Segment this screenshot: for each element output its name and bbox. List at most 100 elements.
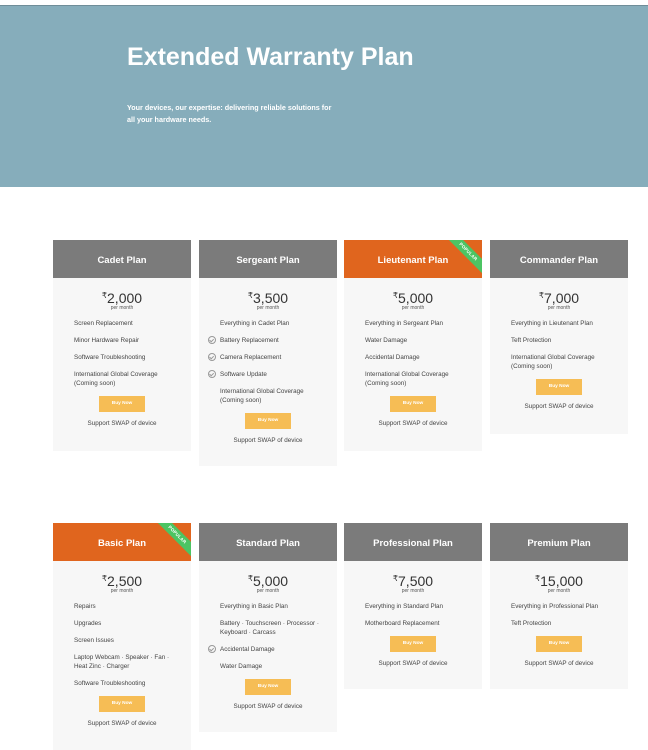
feature-list: Everything in Cadet Plan Battery Replace…: [199, 319, 337, 405]
feature-list: Everything in Professional Plan Teft Pro…: [490, 602, 628, 628]
support-swap-text: Support SWAP of device: [87, 720, 157, 727]
feature-item: Teft Protection: [511, 337, 552, 344]
buy-now-button[interactable]: Buy Now: [99, 696, 145, 712]
feature-list: Everything in Standard Plan Motherboard …: [344, 602, 482, 628]
price-period: per month: [256, 588, 280, 594]
plan-card-commander: Commander Plan ₹7,000 per month Everythi…: [490, 240, 628, 434]
feature-item: Motherboard Replacement: [365, 620, 440, 627]
plan-price: ₹2,500 per month: [53, 572, 191, 594]
plan-card-sergeant: Sergeant Plan ₹3,500 per month Everythin…: [199, 240, 337, 466]
plan-price: ₹2,000 per month: [53, 289, 191, 311]
price-value: 2,000: [107, 290, 143, 306]
plan-price: ₹15,000 per month: [490, 572, 628, 594]
price-period: per month: [547, 305, 571, 311]
plan-price: ₹5,000 per month: [344, 289, 482, 311]
plan-name: Premium Plan: [490, 523, 628, 561]
feature-item: Everything in Professional Plan: [511, 603, 599, 610]
feature-item: Battery · Touchscreen · Processor · Keyb…: [220, 620, 319, 636]
price-period: per month: [110, 305, 134, 311]
plan-name: Basic Plan: [97, 538, 147, 549]
feature-item: Repairs: [74, 603, 96, 610]
plan-card-standard: Standard Plan ₹5,000 per month Everythin…: [199, 523, 337, 732]
price-period: per month: [547, 588, 571, 594]
support-swap-text: Support SWAP of device: [524, 403, 594, 410]
plan-name: Standard Plan: [199, 523, 337, 561]
feature-item: Screen Issues: [74, 637, 114, 644]
hero-subtitle: Your devices, our expertise: delivering …: [127, 103, 332, 124]
buy-now-button[interactable]: Buy Now: [390, 396, 436, 412]
buy-now-button[interactable]: Buy Now: [245, 679, 291, 695]
feature-item: Teft Protection: [511, 620, 552, 627]
buy-now-button[interactable]: Buy Now: [390, 636, 436, 652]
price-value: 5,000: [253, 573, 289, 589]
feature-item: Everything in Sergeant Plan: [365, 320, 444, 327]
support-swap-text: Support SWAP of device: [378, 420, 448, 427]
feature-item: Water Damage: [365, 337, 408, 344]
hero-banner: Extended Warranty Plan Your devices, our…: [0, 6, 648, 187]
plan-card-cadet: Cadet Plan ₹2,000 per month Screen Repla…: [53, 240, 191, 451]
plan-card-lieutenant: Lieutenant Plan POPULAR ₹5,000 per month…: [344, 240, 482, 451]
feature-item: Minor Hardware Repair: [74, 337, 140, 344]
feature-item: Screen Replacement: [74, 320, 133, 327]
price-period: per month: [256, 305, 280, 311]
price-value: 15,000: [540, 573, 583, 589]
feature-item: Everything in Cadet Plan: [220, 320, 290, 327]
buy-now-button[interactable]: Buy Now: [536, 379, 582, 395]
popular-badge: POPULAR: [152, 523, 191, 560]
price-period: per month: [401, 305, 425, 311]
plan-price: ₹7,500 per month: [344, 572, 482, 594]
buy-now-button[interactable]: Buy Now: [536, 636, 582, 652]
feature-item-check: Accidental Damage: [208, 645, 329, 654]
price-value: 7,000: [544, 290, 580, 306]
plan-name: Professional Plan: [344, 523, 482, 561]
plan-name: Sergeant Plan: [199, 240, 337, 278]
feature-item: Accidental Damage: [365, 354, 420, 361]
feature-list: Everything in Lieutenant Plan Teft Prote…: [490, 319, 628, 371]
feature-item: Upgrades: [74, 620, 102, 627]
price-value: 3,500: [253, 290, 289, 306]
feature-item: Laptop Webcam · Speaker · Fan · Heat Zin…: [74, 654, 170, 670]
feature-list: Everything in Sergeant Plan Water Damage…: [344, 319, 482, 388]
feature-item: Everything in Lieutenant Plan: [511, 320, 593, 327]
feature-item: International Global Coverage (Coming so…: [511, 354, 595, 370]
popular-badge: POPULAR: [443, 240, 482, 277]
plan-name: Cadet Plan: [53, 240, 191, 278]
plan-card-premium: Premium Plan ₹15,000 per month Everythin…: [490, 523, 628, 689]
plan-name: Commander Plan: [490, 240, 628, 278]
feature-item: Everything in Standard Plan: [365, 603, 444, 610]
buy-now-button[interactable]: Buy Now: [99, 396, 145, 412]
price-period: per month: [110, 588, 134, 594]
plan-price: ₹5,000 per month: [199, 572, 337, 594]
feature-item-check: Battery Replacement: [208, 336, 329, 345]
support-swap-text: Support SWAP of device: [87, 420, 157, 427]
plan-name: Lieutenant Plan: [377, 255, 449, 266]
plan-header: Basic Plan POPULAR: [53, 523, 191, 561]
feature-item: International Global Coverage (Coming so…: [74, 371, 158, 387]
price-period: per month: [401, 588, 425, 594]
support-swap-text: Support SWAP of device: [524, 660, 594, 667]
support-swap-text: Support SWAP of device: [378, 660, 448, 667]
support-swap-text: Support SWAP of device: [233, 703, 303, 710]
plan-price: ₹7,000 per month: [490, 289, 628, 311]
buy-now-button[interactable]: Buy Now: [245, 413, 291, 429]
price-value: 2,500: [107, 573, 143, 589]
feature-list: Screen Replacement Minor Hardware Repair…: [53, 319, 191, 388]
feature-item: Software Troubleshooting: [74, 354, 146, 361]
price-value: 7,500: [398, 573, 434, 589]
plan-header: Lieutenant Plan POPULAR: [344, 240, 482, 278]
plan-card-basic: Basic Plan POPULAR ₹2,500 per month Repa…: [53, 523, 191, 750]
feature-item: International Global Coverage (Coming so…: [365, 371, 449, 387]
feature-item: Water Damage: [220, 663, 263, 670]
page-title: Extended Warranty Plan: [127, 43, 414, 71]
support-swap-text: Support SWAP of device: [233, 437, 303, 444]
feature-list: Repairs Upgrades Screen Issues Laptop We…: [53, 602, 191, 688]
feature-item-check: Software Update: [208, 370, 329, 379]
feature-item-check: Camera Replacement: [208, 353, 329, 362]
feature-item: Software Troubleshooting: [74, 680, 146, 687]
feature-item: Everything in Basic Plan: [220, 603, 288, 610]
plan-card-professional: Professional Plan ₹7,500 per month Every…: [344, 523, 482, 689]
feature-list: Everything in Basic Plan Battery · Touch…: [199, 602, 337, 671]
feature-item: International Global Coverage (Coming so…: [220, 388, 304, 404]
price-value: 5,000: [398, 290, 434, 306]
plan-price: ₹3,500 per month: [199, 289, 337, 311]
